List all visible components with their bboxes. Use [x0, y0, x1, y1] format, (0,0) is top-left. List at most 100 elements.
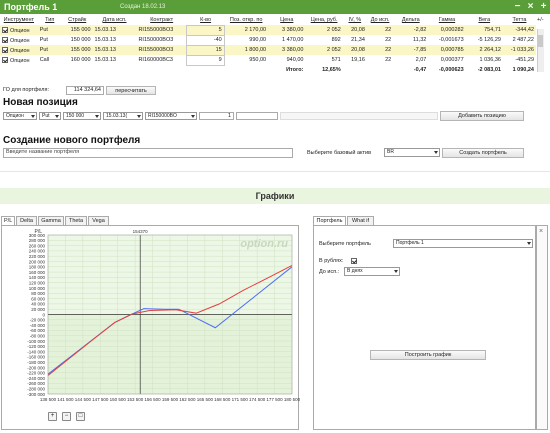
add-icon[interactable]: + [538, 1, 549, 12]
column-header[interactable]: Страйк [62, 15, 93, 25]
table-cell: 1 470,00 [268, 35, 306, 45]
y-tick-label: -80 000 [30, 334, 46, 339]
column-header[interactable]: Гамма [428, 15, 465, 25]
x-tick-label: 153 500 [127, 397, 144, 402]
x-tick-label: 177 500 [266, 397, 283, 402]
create-portfolio-button[interactable]: Создать портфель [442, 148, 524, 158]
tab-portfolio[interactable]: Портфель [313, 216, 346, 225]
table-row[interactable]: Опцион Put 150 000 15.03.13 RI150000BO3 -40 99… [0, 34, 536, 46]
row-checkbox[interactable] [2, 56, 8, 63]
totals-row: Итого: 12,65% -0,47 -0,000623 -2 083,01 1 090… [0, 65, 536, 75]
table-row[interactable]: Опцион Put 155 000 15.03.13 RI155000BO3 5 2 17… [0, 24, 536, 36]
column-header[interactable]: Инструмент [0, 15, 38, 25]
portfolio-select[interactable]: Портфель 1 [393, 239, 533, 248]
y-tick-label: 40 000 [31, 302, 45, 307]
y-tick-label: -100 000 [27, 339, 45, 344]
row-checkbox[interactable] [2, 36, 8, 43]
column-header[interactable]: К-во [187, 15, 224, 25]
y-tick-label: 60 000 [31, 296, 45, 301]
zoom-reset-icon[interactable]: □ [76, 412, 85, 421]
quantity-cell[interactable]: 5 [186, 24, 225, 36]
to-exp-select[interactable]: В днях [344, 267, 400, 276]
close-icon[interactable]: × [525, 1, 536, 12]
y-tick-label: 100 000 [29, 286, 46, 291]
watermark: option.ru [240, 238, 288, 250]
tab-what-if[interactable]: What if [347, 216, 374, 225]
y-tick-label: -60 000 [30, 328, 46, 333]
expiry-date-select[interactable]: 15.03.13( [103, 112, 143, 120]
y-tick-label: 120 000 [29, 281, 46, 286]
table-row[interactable]: Опцион Call 160 000 15.03.13 RI160000BC3 9 950… [0, 54, 536, 66]
close-icon[interactable]: × [539, 228, 543, 235]
table-cell: 22 [366, 45, 394, 55]
column-header[interactable]: IV, % [343, 15, 367, 25]
price-input[interactable] [236, 112, 278, 120]
table-cell: Опцион [0, 35, 38, 45]
zoom-out-icon[interactable]: − [62, 412, 71, 421]
side-strip: × [536, 225, 548, 430]
table-cell: 22 [366, 35, 394, 45]
quantity-cell[interactable]: 15 [186, 44, 225, 56]
column-header[interactable]: Тип [38, 15, 62, 25]
column-header[interactable]: Контракт [136, 15, 186, 25]
tab-delta[interactable]: Delta [16, 216, 37, 225]
add-position-button[interactable]: Добавить позицию [440, 111, 524, 121]
rub-checkbox[interactable] [351, 258, 357, 264]
minimize-icon[interactable]: − [512, 1, 523, 12]
table-cell [136, 65, 186, 75]
settings-panel [313, 225, 536, 430]
row-checkbox[interactable] [2, 46, 8, 53]
column-header[interactable]: Вега [466, 15, 503, 25]
x-tick-label: 159 500 [162, 397, 179, 402]
column-header[interactable]: Цена, руб. [305, 15, 342, 25]
tab-theta[interactable]: Theta [65, 216, 87, 225]
column-header[interactable]: До исп. [367, 15, 393, 25]
tab-vega[interactable]: Vega [88, 216, 109, 225]
go-value: 114 324,64 [66, 86, 104, 95]
table-scrollbar-thumb[interactable] [538, 35, 543, 47]
table-cell: 21,34 [342, 35, 367, 45]
recalc-button[interactable]: пересчитать [106, 86, 156, 95]
option-kind-select[interactable]: Put [39, 112, 61, 120]
quantity-input[interactable]: 1 [199, 112, 234, 120]
base-asset-select[interactable]: BR [384, 148, 440, 157]
y-tick-label: 160 000 [29, 270, 46, 275]
column-header[interactable]: Дата исп. [93, 15, 137, 25]
strike-select[interactable]: 150 000 [63, 112, 101, 120]
table-row[interactable]: Опцион Put 155 000 15.03.13 RI155000BO3 15 1 8… [0, 44, 536, 56]
column-header[interactable]: Поз. откр. по [224, 15, 268, 25]
zoom-in-icon[interactable]: + [48, 412, 57, 421]
quantity-cell[interactable]: -40 [186, 34, 225, 46]
tab-pl[interactable]: P/L [1, 216, 15, 225]
row-checkbox[interactable] [2, 26, 8, 33]
column-header[interactable]: Цена [268, 15, 305, 25]
x-tick-label: 144 500 [75, 397, 92, 402]
window-title-bar: Портфель 1 Создан 18.02.13 − × + [0, 0, 550, 14]
table-cell: -0,001673 [428, 35, 466, 45]
table-cell: 0,000377 [428, 55, 466, 65]
table-cell [343, 65, 367, 75]
quantity-cell[interactable]: 9 [186, 54, 225, 66]
table-cell: 20,08 [342, 45, 367, 55]
contract-select[interactable]: RI150000BO [145, 112, 197, 120]
new-portfolio-heading: Создание нового портфеля [3, 135, 141, 146]
table-cell: RI155000BO3 [136, 25, 187, 35]
y-tick-label: -140 000 [27, 349, 45, 354]
column-header[interactable]: Дельта [393, 15, 428, 25]
y-tick-label: 80 000 [31, 291, 45, 296]
build-chart-button[interactable]: Построить график [370, 350, 486, 360]
y-axis-label: P/L [34, 229, 42, 235]
spot-label: 154370 [133, 229, 149, 234]
graphs-heading: Графики [0, 188, 550, 204]
instrument-type-select[interactable]: Опцион [3, 112, 37, 120]
y-tick-label: -260 000 [27, 381, 45, 386]
portfolio-name-input[interactable]: Введите название портфеля [3, 148, 293, 158]
chevron-down-icon [434, 151, 438, 154]
y-tick-label: 240 000 [29, 249, 46, 254]
tab-gamma[interactable]: Gamma [38, 216, 64, 225]
plus-minus-toggle[interactable]: +/- [537, 17, 544, 23]
table-cell: 2 052 [305, 45, 343, 55]
x-tick-label: 150 500 [110, 397, 127, 402]
table-cell: Put [37, 25, 62, 35]
column-header[interactable]: Тетта [503, 15, 536, 25]
